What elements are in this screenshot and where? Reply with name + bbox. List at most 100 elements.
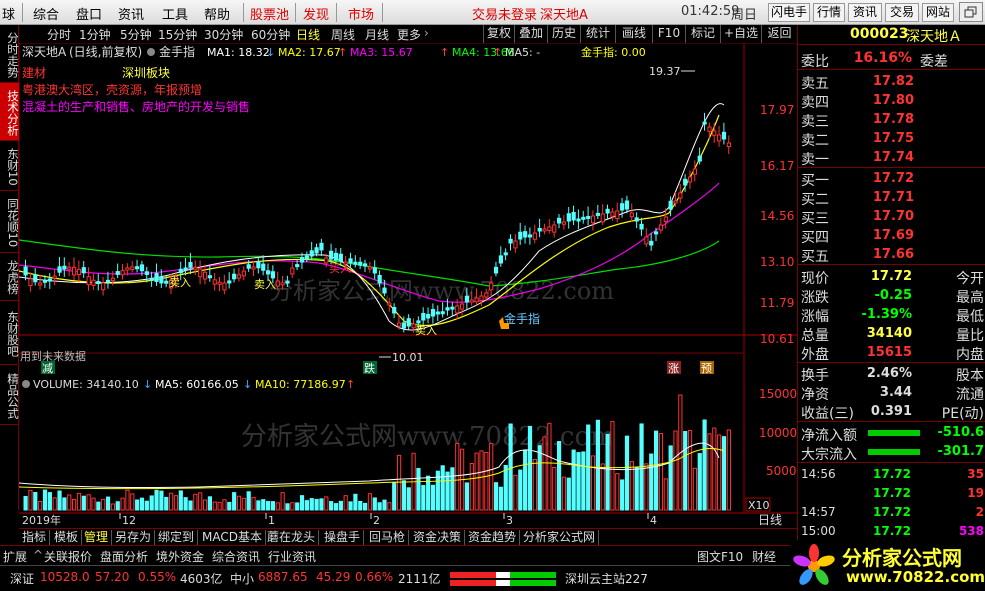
overlay-button[interactable]: 叠加 [514,25,547,43]
industry-news-link[interactable]: 行业资讯 [268,548,316,565]
menu-item-news[interactable]: 资讯 [118,4,144,23]
f10-text-link[interactable]: 图文F10 [697,548,743,565]
history-button[interactable]: 历史 [547,25,580,43]
candle [96,281,101,285]
left-nav-guba[interactable]: 东财股吧 [0,301,20,365]
period-more[interactable]: 更多 [397,26,421,43]
quotes-button[interactable]: 行情 [813,3,845,22]
tab-fund-trend[interactable]: 资金趋势 [465,530,521,545]
period-intraday[interactable]: 分时 [47,26,71,43]
menu-item-ball[interactable]: 球 [2,4,15,23]
candle [634,217,639,222]
login-status[interactable]: 交易未登录 [472,4,537,23]
tab-trader[interactable]: 操盘手 [321,530,365,545]
tab-template[interactable]: 模板 [51,530,83,545]
tab-bind-to[interactable]: 绑定到 [155,530,199,545]
tab-manage[interactable]: 管理 [81,530,113,545]
tab-fund-decision[interactable]: 资金决策 [410,530,466,545]
candle [270,271,276,279]
period-1min[interactable]: 1分钟 [79,26,111,43]
left-nav-technical[interactable]: 技术分析 [0,83,20,141]
ask-row: 卖五 17.82 [801,74,914,92]
left-nav-dragon-tiger[interactable]: 龙虎榜 [0,253,20,301]
left-nav-ths[interactable]: 同花顺10 [0,191,20,253]
indicator-tabs: 指标 模板 管理 另存为 绑定到 MACD基本 蘑在龙头 操盘手 回马枪 资金决… [19,528,797,545]
candle [198,268,203,278]
flash-trade-button[interactable]: 闪电手 [768,3,810,22]
quote-panel: 000023 深天地Ａ 委比 16.16% 委差 卖五 17.82 卖四 17.80 卖… [797,25,985,565]
server-name[interactable]: 深圳云主站227 [565,570,648,587]
candle [251,266,256,270]
tab-formula-site[interactable]: 分析家公式网 [520,530,600,545]
tab-dragon-head[interactable]: 蘑在龙头 [264,530,320,545]
tab-save-as[interactable]: 另存为 [112,530,156,545]
volume-bar [57,490,62,511]
menu-item-pankou[interactable]: 盘口 [76,4,102,23]
back-button[interactable]: 返回 [761,25,797,43]
menu-item-market[interactable]: 市场 [348,4,374,23]
window-restore-button[interactable] [959,2,983,22]
add-watchlist-button[interactable]: +自选 [720,25,761,43]
menu-item-composite[interactable]: 综合 [33,4,59,23]
menu-item-stock-pool[interactable]: 股票池 [250,4,289,23]
volume-gear-icon[interactable] [22,380,30,388]
menu-item-help[interactable]: 帮助 [204,4,230,23]
tab-macd[interactable]: MACD基本 [199,530,266,545]
left-nav-intraday[interactable]: 分时走势 [0,25,20,83]
volume-bar [392,481,397,511]
bid-row-value: 17.70 [872,209,914,224]
left-nav-formulas[interactable]: 精品公式 [0,365,20,425]
zx-index-change: 45.29 [316,570,351,584]
volume-bar [484,451,489,511]
sz-index-label[interactable]: 深证 [10,570,34,587]
expand-arrow-icon[interactable]: ^ [33,548,43,562]
stats-button[interactable]: 统计 [580,25,615,43]
tab-indicator[interactable]: 指标 [19,530,51,545]
ma3-arrow-icon: ↑ [440,46,449,59]
period-30min[interactable]: 30分钟 [204,26,243,43]
volume-bar [343,495,348,511]
period-monthly[interactable]: 月线 [365,26,389,43]
menu-item-tools[interactable]: 工具 [162,4,188,23]
website-button[interactable]: 网站 [922,3,954,22]
kline-chart[interactable]: 深天地A (日线,前复权) 金手指 MA1: 18.32 ↓ MA2: 17.6… [19,43,797,528]
period-60min[interactable]: 60分钟 [251,26,290,43]
mark-button[interactable]: 标记 [685,25,720,43]
composite-news-link[interactable]: 综合资讯 [212,548,260,565]
market-analysis-link[interactable]: 盘面分析 [100,548,148,565]
bid-row-value: 17.72 [872,171,914,186]
candle [188,262,193,268]
chart-indicator-name[interactable]: 金手指 [159,44,195,59]
candle [717,134,722,142]
foreign-funds-link[interactable]: 境外资金 [156,548,204,565]
candle [498,255,503,264]
draw-line-button[interactable]: 画线 [615,25,652,43]
indicator-value: 金手指: 0.00 [581,45,646,59]
candle [387,302,392,306]
stock-name: 深天地Ａ [906,29,962,45]
menu-item-discover[interactable]: 发现 [303,4,329,23]
trade-button[interactable]: 交易 [885,3,919,22]
expand-button[interactable]: 扩展 [3,548,27,565]
finance-link[interactable]: 财经 [752,548,776,565]
news-button[interactable]: 资讯 [848,3,882,22]
ma4-arrow-icon: ↑ [493,46,502,59]
period-5min[interactable]: 5分钟 [120,26,152,43]
candle [644,236,649,245]
zx-index-label[interactable]: 中小 [230,570,254,587]
tab-horse-gun[interactable]: 回马枪 [366,530,410,545]
candle [426,313,431,319]
f10-button[interactable]: F10 [652,25,685,43]
volume-bar [498,486,503,511]
indicator-gear-icon[interactable] [147,48,155,56]
related-quotes-link[interactable]: 关联报价 [44,548,92,565]
more-arrow-icon[interactable]: › [424,26,429,40]
candle [72,266,77,276]
fuquan-button[interactable]: 复权 [483,25,514,43]
period-weekly[interactable]: 周线 [331,26,355,43]
left-nav-eastmoney[interactable]: 东财10 [0,141,20,191]
volume-bar [227,501,232,511]
period-daily[interactable]: 日线 [296,26,320,43]
period-15min[interactable]: 15分钟 [158,26,197,43]
candle [256,261,261,269]
